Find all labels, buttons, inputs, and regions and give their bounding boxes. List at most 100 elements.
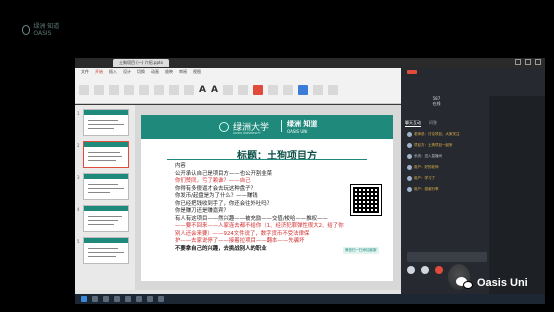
chat-item: 老师说：讨论项目，大家关注 (407, 132, 487, 137)
mic-icon[interactable] (407, 266, 415, 274)
body-line-0: 内容 (175, 163, 186, 169)
find-icon[interactable] (327, 85, 338, 95)
chat-text: 系统：进入直播间 (414, 154, 442, 158)
chat-item: 用户：好的老师 (407, 165, 487, 170)
task-view-icon[interactable] (103, 296, 109, 302)
chat-list: 老师说：讨论项目，大家关注 项目方：土狗项目一起来 系统：进入直播间 用户：好的… (407, 132, 487, 198)
chat-item: 用户：学习了 (407, 176, 487, 181)
avatar (407, 165, 412, 170)
slide-thumbnail-2[interactable] (83, 141, 129, 168)
university-logo: 绿洲大学 OASIS UNIVERSITY (219, 120, 269, 135)
thumb-number-3: 3 (77, 175, 80, 180)
thumb-number-2: 2 (77, 143, 80, 148)
shape-icon[interactable] (297, 85, 308, 95)
current-slide[interactable]: 绿洲大学 OASIS UNIVERSITY 绿洲 知道 OASIS UNI 标题… (141, 115, 393, 281)
slide-header: 绿洲大学 OASIS UNIVERSITY 绿洲 知道 OASIS UNI (141, 115, 393, 139)
font-grow-button[interactable]: A (199, 85, 206, 95)
chat-text: 用户：感谢分享 (414, 187, 439, 191)
body-line-8: ——要不回来——人家连去都不给你（1、经济犯罪弹性很大2、给了你别人还会来要）—… (175, 223, 344, 237)
menu-view[interactable]: 视图 (193, 69, 201, 75)
format-painter-icon[interactable] (124, 85, 134, 95)
folder-icon[interactable] (125, 296, 131, 302)
document-tab[interactable]: 土狗项目 (一) 介绍.pptx (113, 59, 169, 67)
windows-start-icon[interactable] (81, 296, 87, 302)
end-live-icon[interactable] (435, 266, 443, 274)
chat-text: 用户：好的老师 (414, 165, 439, 169)
avatar (407, 132, 412, 137)
slide-body: 内容 公开承认自己是项目方——也公开割韭菜 你们赞同，亏了赖谁？——自己 你得有… (175, 163, 351, 253)
preview-area (489, 96, 545, 294)
menu-transition[interactable]: 切换 (137, 69, 145, 75)
oasis-uni-en: OASIS UNI (287, 129, 308, 134)
bold-icon[interactable] (222, 85, 233, 95)
menu-insert[interactable]: 插入 (109, 69, 117, 75)
arrange-icon[interactable] (312, 85, 323, 95)
university-sub: OASIS UNIVERSITY (233, 131, 261, 135)
live-panel: 587 在线 5000 点赞 聊天互动 问答 老师说：讨论项目，大家关注 项目方… (401, 68, 545, 294)
maximize-icon[interactable] (525, 59, 531, 65)
body-line-3: 你得有多傻逼才会去玩这种盘子？ (175, 185, 256, 192)
tab-qa[interactable]: 问答 (429, 120, 437, 127)
oasis-uni-zh: 绿洲 知道 (287, 120, 318, 128)
camera-icon[interactable] (421, 266, 429, 274)
search-icon[interactable] (92, 296, 98, 302)
brand-watermark: Oasis Uni (456, 276, 528, 290)
body-line-7: 有人有这项目——然兴趣——被充励——交值/梭哈——推权—— (175, 215, 328, 222)
body-line-2: 你们赞同，亏了赖谁？——自己 (175, 178, 251, 184)
menu-design[interactable]: 设计 (123, 69, 131, 75)
window-controls (515, 59, 541, 65)
menu-animation[interactable]: 动画 (151, 69, 159, 75)
desktop-capture: 土狗项目 (一) 介绍.pptx 文件 开始 插入 设计 切换 动画 放映 审阅… (75, 58, 545, 304)
stat-online: 587 在线 (432, 96, 440, 116)
font-shrink-button[interactable]: A (211, 85, 218, 95)
thumb-number-5: 5 (77, 239, 80, 244)
close-icon[interactable] (535, 59, 541, 65)
slide-thumbnail-3[interactable] (83, 173, 129, 200)
chat-item: 项目方：土狗项目一起来 (407, 143, 487, 148)
new-slide-icon[interactable] (139, 85, 149, 95)
university-emblem-icon (219, 121, 229, 132)
menu-file[interactable]: 文件 (81, 69, 89, 75)
layout-icon[interactable] (154, 85, 164, 95)
chat-input[interactable] (407, 252, 487, 262)
menu-review[interactable]: 审阅 (179, 69, 187, 75)
body-line-1: 公开承认自己是项目方——也公开割韭菜 (175, 170, 273, 177)
slide-thumbnail-4[interactable] (83, 205, 129, 232)
tab-chat[interactable]: 聊天互动 (405, 120, 421, 127)
menu-slideshow[interactable]: 放映 (165, 69, 173, 75)
oasis-logo-icon (22, 25, 31, 35)
body-line-5: 你已经把钱收到手了，你还会往外吐吗？ (175, 200, 273, 207)
chat-text: 项目方：土狗项目一起来 (414, 143, 453, 147)
paste-icon[interactable] (79, 85, 89, 95)
stat-online-label: 在线 (432, 101, 441, 106)
reset-icon[interactable] (169, 85, 179, 95)
toolbar: A A (79, 78, 397, 102)
italic-icon[interactable] (237, 85, 248, 95)
chat-item: 用户：感谢分享 (407, 187, 487, 192)
slide-thumbnail-5[interactable] (83, 237, 129, 264)
title-divider (167, 159, 367, 160)
menu-home[interactable]: 开始 (95, 69, 103, 75)
copy-icon[interactable] (109, 85, 119, 95)
avatar (407, 187, 412, 192)
oasis-uni-logo: 绿洲 知道 OASIS UNI (281, 119, 318, 134)
slide-canvas: 绿洲大学 OASIS UNIVERSITY 绿洲 知道 OASIS UNI 标题… (135, 105, 401, 290)
avatar (407, 154, 412, 159)
avatar (407, 143, 412, 148)
align-center-icon[interactable] (282, 85, 293, 95)
qr-code (350, 184, 382, 216)
cut-icon[interactable] (94, 85, 104, 95)
align-left-icon[interactable] (267, 85, 278, 95)
body-line-9: 护——去家说停了——接着拉项目——翻本——先骗坏 (175, 238, 305, 244)
font-color-icon[interactable] (252, 85, 263, 95)
wps-icon[interactable] (136, 296, 142, 302)
wechat-taskbar-icon[interactable] (147, 296, 153, 302)
browser-icon[interactable] (114, 296, 120, 302)
slide-thumbnail-1[interactable] (83, 109, 129, 136)
section-icon[interactable] (184, 85, 194, 95)
minimize-icon[interactable] (515, 59, 521, 65)
title-bar: 土狗项目 (一) 介绍.pptx (75, 58, 545, 68)
live-app-icon[interactable] (158, 296, 164, 302)
slide-thumbnails: 1 2 3 4 5 (75, 105, 135, 290)
taskbar (75, 294, 545, 304)
